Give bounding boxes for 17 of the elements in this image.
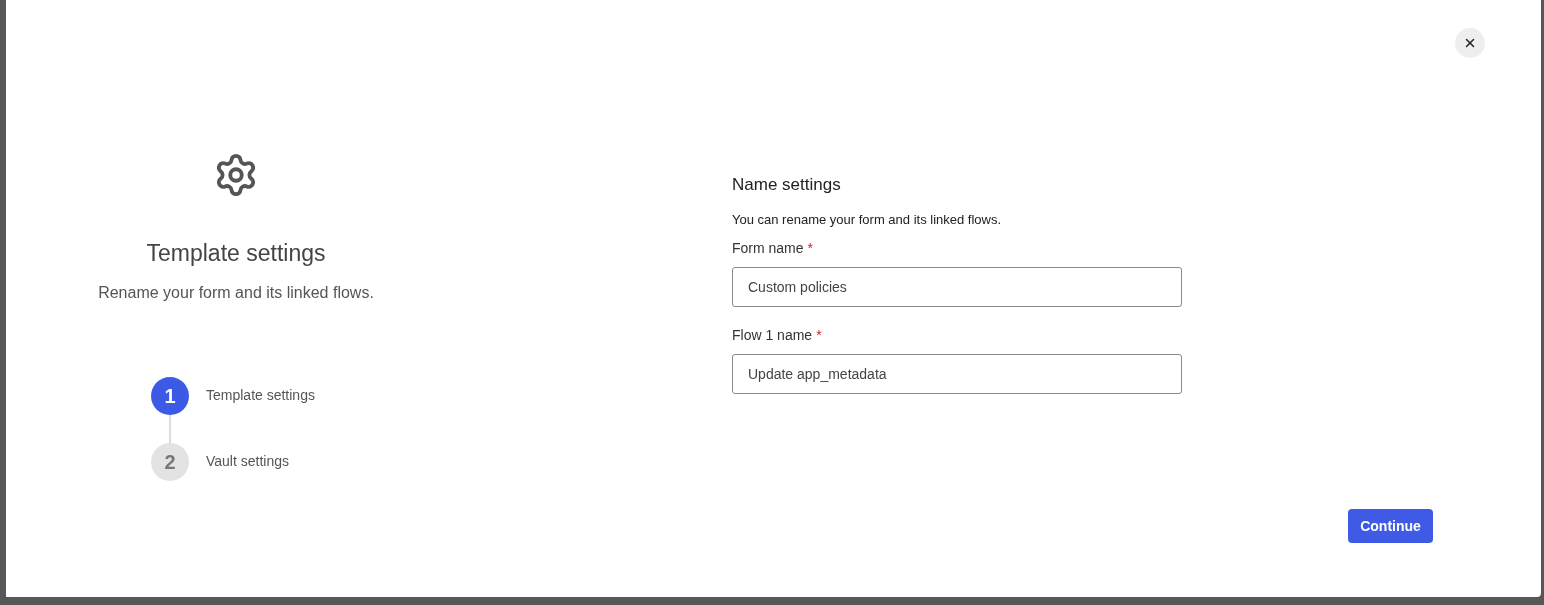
field-label: Form name: [732, 239, 804, 258]
required-mark: *: [816, 326, 822, 345]
step-label: Vault settings: [206, 452, 289, 471]
text-field[interactable]: Update app_metadata: [732, 354, 1182, 394]
continue-button[interactable]: Continue: [1348, 509, 1433, 543]
step-number: 1: [151, 376, 189, 415]
field-label: Flow 1 name: [732, 326, 813, 345]
section-title: Name settings: [732, 174, 842, 196]
intro-subtitle: Rename your form and its linked flows.: [98, 282, 374, 303]
close-icon: [1463, 36, 1477, 50]
section-description: You can rename your form and its linked flows.: [732, 210, 1003, 229]
step-number: 2: [151, 442, 189, 481]
intro-title: Template settings: [146, 239, 326, 268]
close-button[interactable]: [1455, 28, 1485, 58]
step-label: Template settings: [206, 386, 315, 405]
required-mark: *: [807, 239, 814, 258]
text-field[interactable]: Custom policies: [732, 267, 1182, 307]
